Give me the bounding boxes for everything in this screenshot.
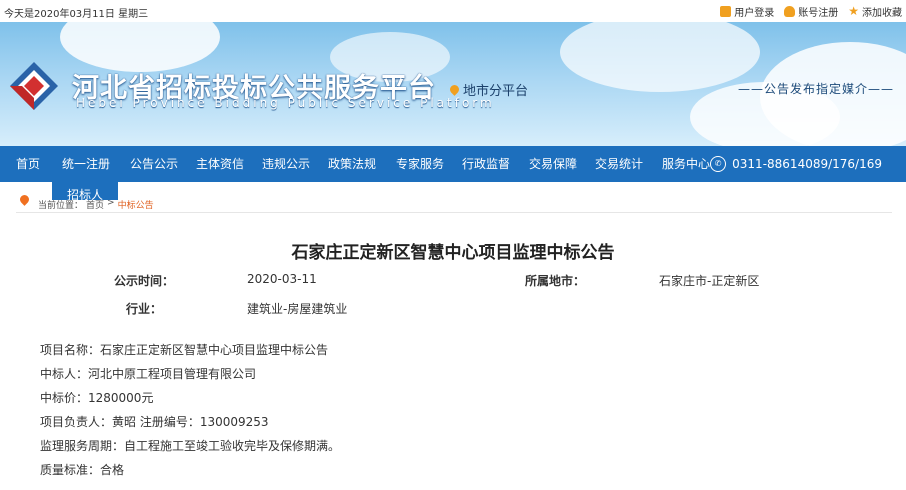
header-slogan: ——公告发布指定媒介—— (737, 82, 894, 96)
location-icon (18, 193, 31, 206)
star-icon: ★ (848, 4, 859, 18)
bid-price-line: 中标价：1280000元 (40, 391, 154, 405)
project-name-line: 项目名称：石家庄正定新区智慧中心项目监理中标公告 (40, 343, 329, 357)
nav-trade-guarantee[interactable]: 交易保障 (529, 146, 577, 182)
hotline: ✆ 0311-88614089/176/169 (710, 146, 882, 182)
quality-standard-line: 质量标准：合格 (40, 463, 125, 477)
breadcrumb-current[interactable]: 中标公告 (118, 198, 154, 211)
main-nav: 首页 统一注册 公告公示 主体资信 违规公示 政策法规 专家服务 行政监督 交易… (0, 146, 906, 182)
add-favorite-link[interactable]: ★ 添加收藏 (848, 4, 902, 19)
cloud-decoration (60, 22, 220, 72)
account-register-label: 账号注册 (798, 8, 839, 19)
user-login-label: 用户登录 (734, 8, 775, 19)
service-period-line: 监理服务周期：自工程施工至竣工验收完毕及保修期满。 (40, 439, 341, 453)
region-value: 石家庄市-正定新区 (659, 274, 760, 288)
phone-icon: ✆ (710, 156, 727, 172)
nav-service-center[interactable]: 服务中心 (662, 146, 710, 182)
nav-supervision[interactable]: 行政监督 (462, 146, 510, 182)
industry-value: 建筑业-房屋建筑业 (247, 302, 348, 316)
nav-announcements[interactable]: 公告公示 (130, 146, 178, 182)
header-banner: 河北省招标投标公共服务平台 Hebei Province Bidding Pub… (0, 22, 906, 146)
industry-label: 行业： (126, 302, 163, 316)
nav-violations[interactable]: 违规公示 (262, 146, 310, 182)
account-register-link[interactable]: 账号注册 (784, 4, 838, 19)
nav-policies[interactable]: 政策法规 (328, 146, 376, 182)
top-links: 用户登录 账号注册 ★ 添加收藏 (720, 4, 902, 19)
breadcrumb: 当前位置： 首页 > 中标公告 (16, 192, 892, 213)
winner-line: 中标人：河北中原工程项目管理有限公司 (40, 367, 257, 381)
nav-unified-register[interactable]: 统一注册 (62, 146, 110, 182)
nav-home[interactable]: 首页 (16, 146, 40, 182)
nav-expert-service[interactable]: 专家服务 (396, 146, 444, 182)
user-login-link[interactable]: 用户登录 (720, 4, 774, 19)
nav-credit[interactable]: 主体资信 (196, 146, 244, 182)
publish-time-value: 2020-03-11 (247, 272, 317, 286)
cloud-decoration (560, 22, 760, 92)
top-bar: 今天是2020年03月11日 星期三 用户登录 账号注册 ★ 添加收藏 (0, 0, 906, 22)
city-platform-label: 地市分平台 (463, 84, 529, 99)
platform-logo-icon (10, 62, 58, 110)
nav-trade-stats[interactable]: 交易统计 (595, 146, 643, 182)
add-favorite-label: 添加收藏 (862, 8, 902, 19)
article-title: 石家庄正定新区智慧中心项目监理中标公告 (291, 243, 615, 263)
current-date: 今天是2020年03月11日 星期三 (4, 9, 149, 20)
city-platform-link[interactable]: 地市分平台 (448, 80, 529, 99)
publish-time-label: 公示时间： (114, 274, 175, 288)
hotline-number: 0311-88614089/176/169 (732, 157, 882, 171)
user-icon (720, 6, 732, 17)
project-leader-line: 项目负责人：黄昭 注册编号：130009253 (40, 415, 269, 429)
location-pin-icon (448, 83, 461, 96)
site-subtitle: Hebei Province Bidding Public Service Pl… (76, 96, 495, 110)
register-icon (784, 6, 796, 17)
dropdown-tenderer[interactable]: 招标人 (52, 182, 118, 200)
region-label: 所属地市： (525, 274, 586, 288)
